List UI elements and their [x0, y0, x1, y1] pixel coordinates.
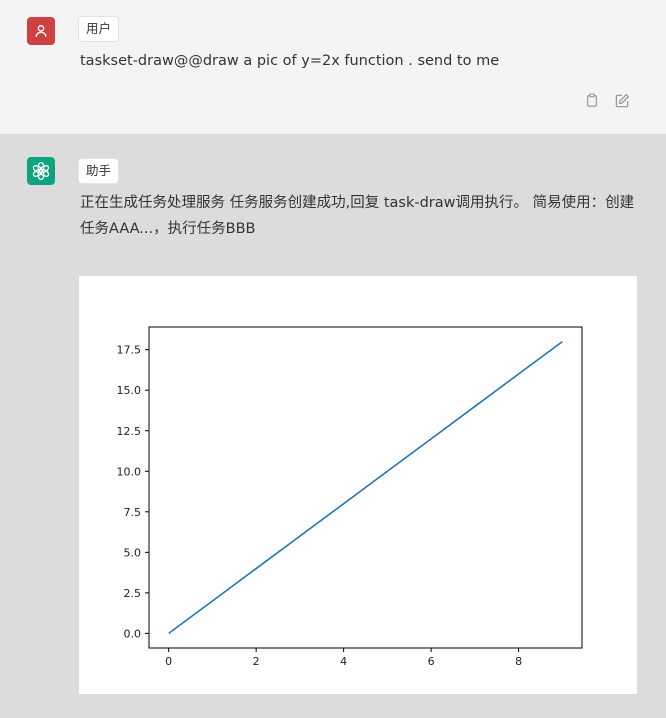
assistant-message-text: 正在生成任务处理服务 任务服务创建成功,回复 task-draw调用执行。 简易…: [80, 195, 635, 237]
y-tick-label: 0.0: [124, 627, 142, 640]
x-tick-label: 0: [165, 655, 172, 668]
edit-icon: [615, 93, 629, 107]
user-avatar: [27, 17, 55, 45]
y-tick-label: 2.5: [124, 587, 142, 600]
copy-button[interactable]: [584, 92, 600, 108]
user-role-label: 用户: [78, 16, 120, 42]
line-chart: 0 2 4 6 8 0.0 2.5 5.0 7.5 10.0 12.5 15.0 17.5: [117, 326, 583, 668]
y-tick-label: 17.5: [117, 344, 142, 357]
x-tick-label: 4: [340, 655, 347, 668]
plot-image: 0 2 4 6 8 0.0 2.5 5.0 7.5 10.0 12.5 15.0 17.5: [79, 276, 637, 694]
y-tick-label: 10.0: [117, 465, 142, 478]
x-tick-label: 6: [428, 655, 435, 668]
openai-logo-icon: [32, 161, 50, 181]
copy-icon: [587, 93, 597, 107]
user-message-text: taskset-draw@@draw a pic of y=2x functio…: [80, 53, 500, 69]
y-tick-label: 7.5: [124, 506, 142, 519]
message-actions: [584, 92, 630, 108]
user-icon: [35, 25, 47, 37]
assistant-message: 助手 正在生成任务处理服务 任务服务创建成功,回复 task-draw调用执行。…: [0, 134, 666, 718]
y-tick-label: 5.0: [124, 546, 142, 559]
assistant-avatar: [27, 157, 55, 185]
x-tick-label: 8: [515, 655, 522, 668]
user-message: 用户 taskset-draw@@draw a pic of y=2x func…: [0, 0, 666, 134]
y-tick-label: 12.5: [117, 425, 142, 438]
edit-button[interactable]: [614, 92, 630, 108]
y-tick-label: 15.0: [117, 384, 142, 397]
assistant-role-label: 助手: [78, 158, 120, 184]
x-tick-label: 2: [253, 655, 260, 668]
series-line-0: [168, 340, 563, 635]
